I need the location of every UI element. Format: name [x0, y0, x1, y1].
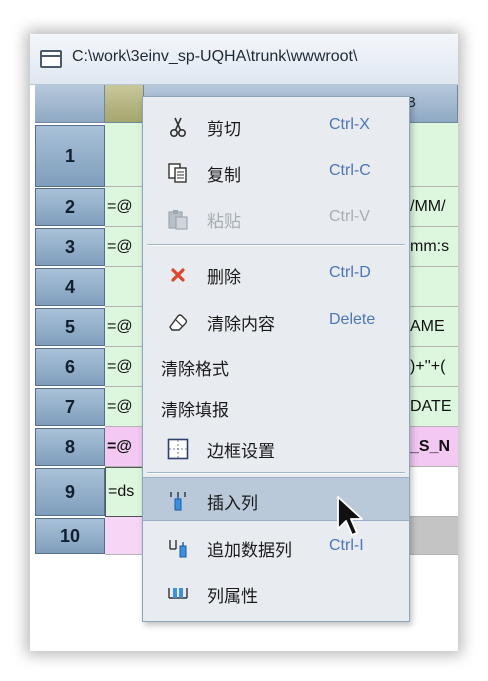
- delete-x-icon: [167, 264, 189, 286]
- mouse-pointer-icon: [337, 496, 363, 536]
- menu-item-copy-label: 复制: [207, 166, 241, 186]
- cell-b5[interactable]: AME: [410, 307, 458, 347]
- cell-b3[interactable]: mm:s: [410, 227, 458, 267]
- cell-b4[interactable]: [410, 267, 458, 307]
- menu-item-clear-format[interactable]: 清除格式: [143, 344, 409, 388]
- window-icon: [40, 50, 62, 68]
- row-header-5[interactable]: 5: [35, 308, 105, 346]
- cell-b10[interactable]: [410, 517, 458, 555]
- menu-item-border-settings-label: 边框设置: [207, 442, 275, 462]
- cell-a6[interactable]: =@: [105, 347, 143, 387]
- row-header-4[interactable]: 4: [35, 268, 105, 306]
- menu-item-delete-label: 删除: [207, 268, 241, 288]
- menu-item-cut[interactable]: 剪切 Ctrl-X: [143, 104, 409, 148]
- column-properties-icon: [167, 583, 189, 605]
- scissors-icon: [167, 116, 189, 138]
- cell-a3[interactable]: =@: [105, 227, 143, 267]
- title-bar: C:\work\3einv_sp-UQHA\trunk\wwwroot\: [30, 34, 458, 85]
- paste-icon: [167, 208, 189, 230]
- border-grid-icon: [167, 438, 189, 460]
- menu-separator: [147, 244, 405, 246]
- column-header-a[interactable]: [105, 85, 144, 123]
- menu-item-paste-label: 粘贴: [207, 212, 241, 232]
- menu-item-delete-shortcut: Ctrl-D: [329, 264, 371, 281]
- cell-a8[interactable]: =@: [105, 427, 143, 467]
- cell-a4[interactable]: [105, 267, 143, 307]
- row-header-1[interactable]: 1: [35, 125, 105, 187]
- row-header-8[interactable]: 8: [35, 428, 105, 466]
- menu-item-copy[interactable]: 复制 Ctrl-C: [143, 150, 409, 194]
- cell-a10[interactable]: [105, 517, 143, 555]
- menu-item-clear-fill[interactable]: 清除填报: [143, 385, 409, 429]
- menu-item-border-settings[interactable]: 边框设置: [143, 426, 409, 470]
- menu-item-cut-label: 剪切: [207, 120, 241, 140]
- menu-item-clear-fill-label: 清除填报: [161, 401, 229, 421]
- menu-item-clear-content-shortcut: Delete: [329, 311, 376, 328]
- cell-b7[interactable]: DATE: [410, 387, 458, 427]
- append-column-icon: [167, 537, 189, 559]
- menu-item-append-column-shortcut: Ctrl-I: [329, 537, 364, 554]
- insert-column-icon: [167, 490, 189, 512]
- menu-item-delete[interactable]: 删除 Ctrl-D: [143, 252, 409, 296]
- cell-b6[interactable]: )+''+(: [410, 347, 458, 387]
- cell-a1[interactable]: [105, 123, 143, 187]
- window-title: C:\work\3einv_sp-UQHA\trunk\wwwroot\: [72, 48, 358, 65]
- row-header-9[interactable]: 9: [35, 468, 105, 516]
- cell-a7[interactable]: =@: [105, 387, 143, 427]
- context-menu: 剪切 Ctrl-X 复制 Ctrl-C 粘贴 Ctrl-V 删除 Ctrl-D …: [142, 96, 410, 622]
- row-header-2[interactable]: 2: [35, 188, 105, 226]
- menu-item-cut-shortcut: Ctrl-X: [329, 116, 370, 133]
- menu-item-append-column-label: 追加数据列: [207, 541, 292, 561]
- cell-a9[interactable]: =ds: [105, 467, 143, 517]
- corner-header[interactable]: [35, 85, 105, 123]
- row-header-3[interactable]: 3: [35, 228, 105, 266]
- menu-item-copy-shortcut: Ctrl-C: [329, 162, 371, 179]
- cell-b2[interactable]: /MM/: [410, 187, 458, 227]
- menu-item-paste[interactable]: 粘贴 Ctrl-V: [143, 196, 409, 240]
- menu-separator: [147, 472, 405, 474]
- menu-item-column-properties[interactable]: 列属性: [143, 571, 409, 615]
- copy-icon: [167, 162, 189, 184]
- eraser-icon: [167, 311, 189, 333]
- cell-b8[interactable]: _S_N: [410, 427, 458, 467]
- menu-item-clear-format-label: 清除格式: [161, 360, 229, 380]
- menu-item-paste-shortcut: Ctrl-V: [329, 208, 370, 225]
- menu-item-column-properties-label: 列属性: [207, 587, 258, 607]
- cell-b1[interactable]: [410, 123, 458, 187]
- row-header-7[interactable]: 7: [35, 388, 105, 426]
- menu-item-insert-column[interactable]: 插入列: [143, 477, 409, 521]
- menu-item-clear-content[interactable]: 清除内容 Delete: [143, 299, 409, 343]
- cell-a2[interactable]: =@: [105, 187, 143, 227]
- menu-item-insert-column-label: 插入列: [207, 494, 258, 514]
- cell-b9[interactable]: [410, 467, 458, 517]
- row-header-6[interactable]: 6: [35, 348, 105, 386]
- cell-a5[interactable]: =@: [105, 307, 143, 347]
- menu-item-append-column[interactable]: 追加数据列 Ctrl-I: [143, 525, 409, 569]
- menu-item-clear-content-label: 清除内容: [207, 315, 275, 335]
- row-header-10[interactable]: 10: [35, 518, 105, 554]
